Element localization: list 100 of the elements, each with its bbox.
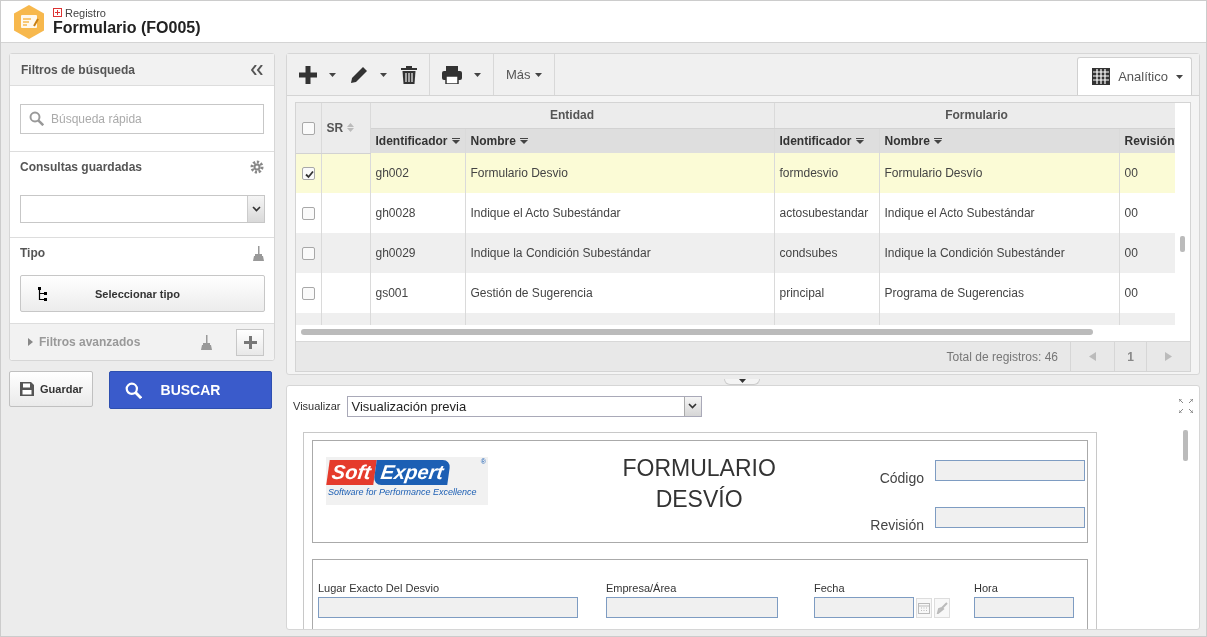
logo-text: Expert	[373, 460, 451, 485]
table-cell: 00	[1119, 273, 1176, 313]
page-title: Formulario (FO005)	[53, 18, 201, 37]
caret-icon	[1176, 74, 1183, 79]
column-header[interactable]: Nombre	[884, 133, 930, 148]
table-cell: Formulario Desvío	[879, 153, 1119, 193]
search-button[interactable]: BUSCAR	[109, 371, 272, 409]
save-button[interactable]: Guardar	[9, 371, 93, 407]
scrollbar[interactable]	[1180, 236, 1186, 252]
table-cell: condsubes	[774, 233, 879, 273]
table-cell: Indique el Acto Subestándar	[879, 193, 1119, 233]
table-cell: principal	[774, 273, 879, 313]
caret-icon	[738, 379, 746, 383]
column-group-header: Entidad	[370, 103, 774, 128]
scrollbar[interactable]	[1183, 430, 1188, 461]
plus-icon	[299, 65, 317, 84]
tree-icon	[37, 286, 47, 301]
checkbox[interactable]	[301, 207, 315, 221]
input-field[interactable]	[318, 597, 578, 618]
sort-icon	[347, 123, 355, 133]
table-cell: gs001	[370, 273, 465, 313]
column-header[interactable]: SR	[326, 120, 344, 135]
pencil-icon	[350, 65, 368, 84]
panel-title: Filtros de búsqueda	[21, 62, 135, 77]
checkbox[interactable]	[301, 121, 315, 135]
field-label: Código	[879, 470, 924, 486]
record-count: Total de registros: 46	[945, 348, 1059, 366]
table-cell: 00	[1119, 153, 1176, 193]
more-menu-button[interactable]: Más	[503, 59, 545, 90]
table-cell: Indique el Acto Subestándar	[465, 193, 774, 233]
view-tab[interactable]: Analítico	[1077, 57, 1192, 95]
field-label: Revisión	[870, 517, 924, 533]
splitter-handle[interactable]	[724, 379, 760, 385]
plus-icon	[243, 335, 257, 349]
calendar-icon	[918, 601, 930, 614]
next-icon	[1165, 352, 1172, 361]
table-cell: Indique la Condición Subestándar	[465, 233, 774, 273]
printer-icon	[442, 65, 462, 84]
section-label: Consultas guardadas	[20, 160, 143, 174]
caret-icon	[380, 72, 387, 77]
expand-box-icon	[53, 8, 62, 17]
table-cell: actosubestandar	[774, 193, 879, 233]
table-cell: Gestión de Sugerencia	[465, 273, 774, 313]
section-label: Tipo	[20, 246, 46, 260]
field-label: Empresa/Área	[606, 582, 678, 594]
scrollbar[interactable]	[301, 329, 1093, 335]
table-cell: Formulario Desvio	[465, 153, 774, 193]
table-cell: Indique la Condición Subestánder	[879, 233, 1119, 273]
brush-icon	[936, 601, 948, 614]
table-cell: formdesvio	[774, 153, 879, 193]
column-group-header: Formulario	[774, 103, 1176, 128]
caret-icon	[534, 72, 542, 77]
column-header[interactable]: Nombre	[470, 133, 516, 148]
table-icon	[1092, 68, 1111, 85]
view-dropdown[interactable]: Visualización previa	[346, 395, 702, 417]
sort-icon	[933, 137, 942, 144]
checkbox[interactable]	[301, 167, 315, 181]
table-cell: 00	[1119, 193, 1176, 233]
field-label: Hora	[974, 582, 999, 594]
checkbox[interactable]	[301, 287, 315, 301]
input-field[interactable]	[935, 460, 1085, 481]
checkbox[interactable]	[301, 247, 315, 261]
section-label: Filtros avanzados	[39, 335, 142, 349]
table-cell: gh002	[370, 153, 465, 193]
caret-icon	[474, 72, 481, 77]
save-icon	[20, 382, 34, 396]
sort-icon	[855, 137, 864, 144]
sort-icon	[451, 137, 460, 144]
calendar-button[interactable]	[916, 597, 932, 618]
sort-icon	[519, 137, 528, 144]
table-cell: gh0029	[370, 233, 465, 273]
field-label: Fecha	[814, 582, 846, 594]
field-label: Visualizar	[293, 400, 341, 412]
collapse-icon	[251, 64, 263, 75]
caret-icon	[329, 72, 336, 77]
input-field[interactable]	[606, 597, 778, 618]
table-cell: 00	[1119, 233, 1176, 273]
form-logo-icon	[13, 4, 45, 39]
add-filter-button[interactable]	[236, 328, 264, 356]
chevron-down-icon	[688, 403, 697, 409]
fullscreen-icon	[1179, 399, 1193, 413]
input-field[interactable]	[935, 507, 1085, 528]
table-cell: gh0028	[370, 193, 465, 233]
settings-icon	[250, 160, 264, 174]
select-type-button[interactable]: Seleccionar tipo	[20, 275, 265, 312]
field-label: Lugar Exacto Del Desvio	[318, 582, 441, 594]
input-field[interactable]	[974, 597, 1074, 618]
clear-button[interactable]	[934, 597, 950, 618]
previous-icon	[1089, 352, 1096, 361]
logo-tagline: Software for Performance Excellence	[328, 487, 477, 497]
trash-icon	[401, 65, 417, 84]
chevron-down-icon	[251, 206, 261, 212]
breadcrumb-link[interactable]: Registro	[65, 6, 106, 19]
search-icon	[125, 381, 142, 399]
broom-icon	[201, 334, 212, 350]
search-icon	[29, 111, 44, 126]
broom-icon	[253, 245, 264, 261]
document-title: FORMULARIO DESVÍO	[621, 454, 777, 514]
saved-query-dropdown[interactable]	[20, 195, 265, 223]
input-field[interactable]	[814, 597, 914, 618]
